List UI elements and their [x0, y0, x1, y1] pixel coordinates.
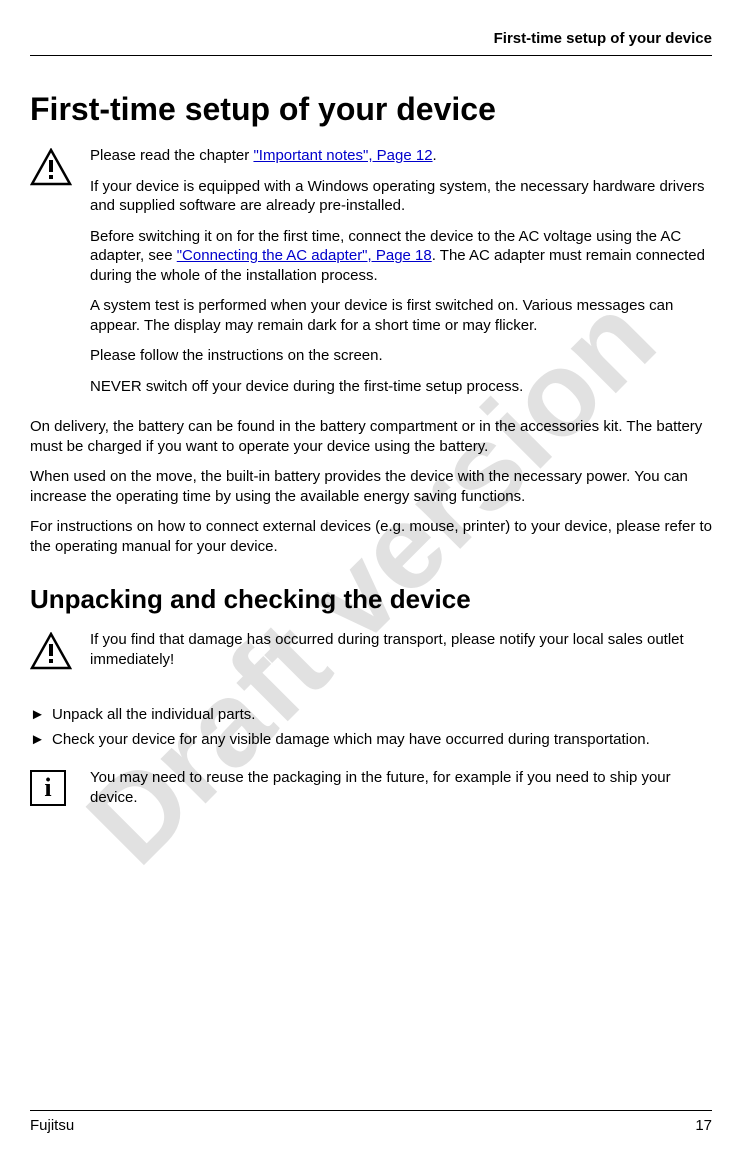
info-paragraph: You may need to reuse the packaging in t…	[90, 768, 712, 807]
link-ac-adapter[interactable]: "Connecting the AC adapter", Page 18	[177, 247, 432, 264]
footer-brand: Fujitsu	[30, 1117, 74, 1134]
warning-paragraph: Please follow the instructions on the sc…	[90, 346, 712, 366]
warning-icon	[30, 632, 72, 670]
footer-page-number: 17	[695, 1117, 712, 1134]
list-item-text: Unpack all the individual parts.	[52, 704, 712, 725]
warning-paragraph: If you find that damage has occurred dur…	[90, 630, 712, 669]
warning-paragraph: A system test is performed when your dev…	[90, 296, 712, 335]
link-important-notes[interactable]: "Important notes", Page 12	[253, 147, 432, 164]
page-content: First-time setup of your device First-ti…	[30, 30, 712, 1110]
body-paragraph: When used on the move, the built-in batt…	[30, 467, 712, 506]
list-item-text: Check your device for any visible damage…	[52, 729, 712, 750]
warning-paragraph: Before switching it on for the first tim…	[90, 227, 712, 286]
running-header: First-time setup of your device	[30, 30, 712, 56]
warning-paragraph: NEVER switch off your device during the …	[90, 377, 712, 397]
warning-paragraph: If your device is equipped with a Window…	[90, 177, 712, 216]
body-paragraph: For instructions on how to connect exter…	[30, 517, 712, 556]
section-subtitle: Unpacking and checking the device	[30, 584, 712, 615]
info-icon: i	[30, 770, 66, 806]
list-item: ► Check your device for any visible dama…	[30, 729, 712, 750]
warning-paragraph: Please read the chapter "Important notes…	[90, 146, 712, 166]
warning-block: Please read the chapter "Important notes…	[30, 146, 712, 407]
section-title: First-time setup of your device	[30, 91, 712, 128]
bullet-icon: ►	[30, 704, 52, 725]
warning-icon	[30, 148, 72, 186]
bullet-icon: ►	[30, 729, 52, 750]
info-block: i You may need to reuse the packaging in…	[30, 768, 712, 818]
page-footer: Fujitsu 17	[30, 1110, 712, 1134]
warning-block: If you find that damage has occurred dur…	[30, 630, 712, 680]
list-item: ► Unpack all the individual parts.	[30, 704, 712, 725]
body-paragraph: On delivery, the battery can be found in…	[30, 417, 712, 456]
